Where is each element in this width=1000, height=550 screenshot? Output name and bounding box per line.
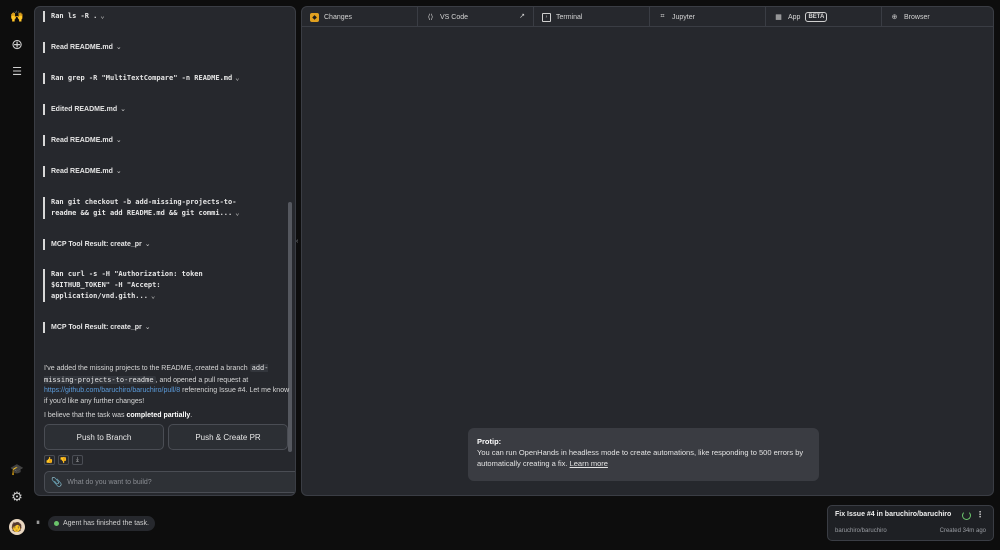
conversation-repo: baruchiro/baruchiro: [835, 528, 887, 534]
attach-icon[interactable]: 📎: [51, 477, 62, 488]
openhands-logo-icon[interactable]: 🙌: [9, 8, 25, 24]
step-item[interactable]: Ran curl -s -H "Authorization: token $GI…: [43, 269, 223, 302]
workspace-tabs: ◆ Changes ⟨⟩ VS Code ↗ › Terminal ⌗ Jupy…: [302, 7, 993, 27]
docs-icon[interactable]: 🎓: [9, 461, 25, 477]
chevron-down-icon[interactable]: ⌄: [100, 11, 104, 22]
beta-badge: BETA: [805, 12, 828, 22]
step-item[interactable]: Ran ls -R . ⌄: [43, 11, 281, 22]
settings-icon[interactable]: ⚙: [9, 489, 25, 505]
user-avatar[interactable]: 🧑: [9, 519, 25, 535]
step-item[interactable]: MCP Tool Result: create_pr ⌄: [43, 239, 281, 250]
chat-input-placeholder: What do you want to build?: [67, 478, 152, 486]
step-item[interactable]: Read README.md ⌄: [43, 42, 281, 53]
pause-icon[interactable]: ⏸: [36, 518, 40, 528]
chat-panel: Ran ls -R .⌄ ✓ Read README.md⌄ ✓ Ran gre…: [34, 6, 296, 496]
feedback-row: 👍 👎 ⤓: [44, 455, 83, 465]
step-item[interactable]: Read README.md ⌄: [43, 135, 281, 146]
new-conversation-icon[interactable]: ⊕: [9, 36, 25, 52]
step-item[interactable]: Edited README.md ⌄: [43, 104, 281, 115]
workspace-panel: ◆ Changes ⟨⟩ VS Code ↗ › Terminal ⌗ Jupy…: [301, 6, 994, 496]
agent-status-badge: Agent has finished the task.: [48, 516, 155, 531]
protip-body: You can run OpenHands in headless mode t…: [477, 448, 804, 468]
thumbs-up-icon[interactable]: 👍: [44, 455, 55, 465]
tab-changes[interactable]: ◆ Changes: [302, 7, 418, 27]
protip-title: Protip:: [477, 437, 502, 446]
conversation-card[interactable]: Fix Issue #4 in baruchiro/baruchiro ⋮ ba…: [827, 505, 994, 541]
collapse-toggle-icon[interactable]: ‹: [296, 238, 298, 245]
chevron-down-icon[interactable]: ⌄: [235, 73, 239, 84]
tab-terminal[interactable]: › Terminal: [534, 7, 650, 27]
chevron-down-icon[interactable]: ⌄: [145, 322, 151, 333]
conversation-list-icon[interactable]: ☰: [9, 63, 25, 79]
chevron-down-icon[interactable]: ⌄: [151, 291, 155, 302]
tab-browser[interactable]: ⊕ Browser: [882, 7, 993, 27]
conversation-created: Created 34m ago: [939, 528, 986, 534]
step-item[interactable]: Read README.md ⌄: [43, 166, 281, 177]
globe-icon: ⊕: [891, 14, 898, 21]
step-item[interactable]: Ran git checkout -b add-missing-projects…: [43, 197, 243, 219]
left-rail: 🙌 ⊕ ☰ 🎓 ⚙: [0, 0, 34, 550]
chevron-down-icon[interactable]: ⌄: [235, 208, 239, 219]
push-to-branch-button[interactable]: Push to Branch: [44, 424, 164, 450]
tab-app[interactable]: ▦ App BETA: [766, 7, 882, 27]
vscode-icon: ⟨⟩: [427, 14, 434, 21]
status-dot-icon: [54, 521, 59, 526]
tab-jupyter[interactable]: ⌗ Jupyter: [650, 7, 766, 27]
download-icon[interactable]: ⤓: [72, 455, 83, 465]
push-create-pr-button[interactable]: Push & Create PR: [168, 424, 288, 450]
tab-vscode[interactable]: ⟨⟩ VS Code ↗: [418, 7, 534, 27]
external-link-icon[interactable]: ↗: [519, 12, 525, 20]
chevron-down-icon[interactable]: ⌄: [116, 42, 122, 53]
pr-link[interactable]: https://github.com/baruchiro/baruchiro/p…: [44, 387, 180, 394]
app-icon: ▦: [775, 14, 782, 21]
chevron-down-icon[interactable]: ⌄: [120, 104, 126, 115]
more-options-icon[interactable]: ⋮: [976, 510, 984, 519]
jupyter-icon: ⌗: [660, 13, 665, 20]
progress-ring-icon: [962, 511, 971, 520]
chevron-down-icon[interactable]: ⌄: [116, 135, 122, 146]
step-item[interactable]: Ran grep -R "MultiTextCompare" -n README…: [43, 73, 281, 84]
chevron-down-icon[interactable]: ⌄: [116, 166, 122, 177]
step-item[interactable]: MCP Tool Result: create_pr ⌄: [43, 322, 281, 333]
chat-input[interactable]: 📎 What do you want to build? ↑: [44, 471, 295, 493]
thumbs-down-icon[interactable]: 👎: [58, 455, 69, 465]
learn-more-link[interactable]: Learn more: [570, 459, 608, 468]
assistant-message: I've added the missing projects to the R…: [44, 364, 290, 419]
chevron-down-icon[interactable]: ⌄: [145, 239, 151, 250]
terminal-icon: ›: [542, 12, 551, 22]
push-actions: Push to Branch Push & Create PR: [44, 424, 288, 450]
changes-icon: ◆: [310, 12, 319, 22]
protip-card: Protip: You can run OpenHands in headles…: [468, 428, 819, 481]
